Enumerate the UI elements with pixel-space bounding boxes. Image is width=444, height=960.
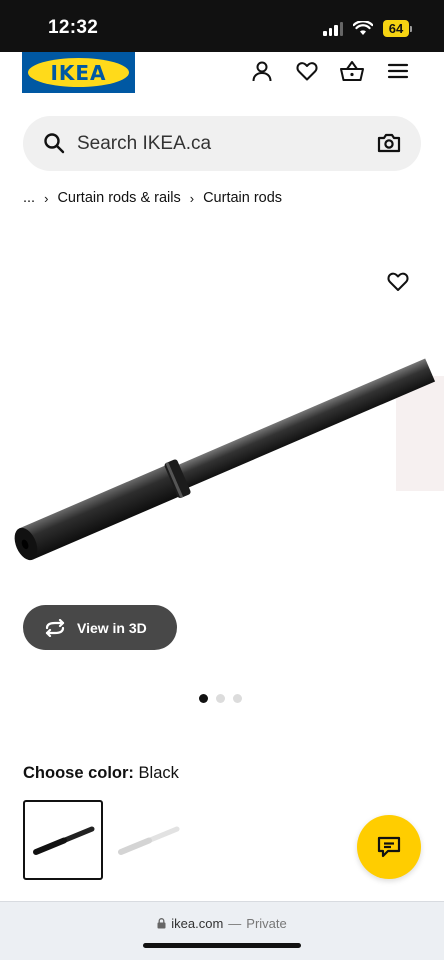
status-icons: 64 [323, 20, 412, 37]
battery-level: 64 [383, 20, 409, 37]
menu-icon[interactable] [385, 58, 411, 84]
search-icon [44, 133, 65, 154]
view-in-3d-button[interactable]: View in 3D [23, 605, 177, 650]
breadcrumb-item-curtain-rods[interactable]: Curtain rods [203, 190, 282, 206]
chat-button[interactable] [357, 815, 421, 879]
private-mode-label: Private [246, 916, 287, 931]
browser-address-bar[interactable]: ikea.com — Private [0, 901, 444, 960]
selected-color-value: Black [138, 764, 179, 782]
status-bar: 12:32 64 [0, 0, 444, 52]
chevron-right-icon: › [44, 190, 49, 206]
image-pagination [199, 694, 242, 703]
chat-icon [377, 836, 401, 858]
url-separator: — [228, 916, 242, 931]
battery-icon: 64 [383, 20, 412, 37]
camera-icon[interactable] [377, 132, 401, 154]
pagination-dot-1[interactable] [199, 694, 208, 703]
url-domain: ikea.com [171, 916, 224, 931]
signal-icon [323, 21, 343, 36]
breadcrumb-item-curtain-rods-rails[interactable]: Curtain rods & rails [57, 190, 180, 206]
color-swatch-black[interactable] [23, 800, 103, 880]
user-icon[interactable] [249, 58, 275, 84]
choose-color-label: Choose color: [23, 764, 134, 782]
choose-color: Choose color: Black [23, 764, 179, 783]
pagination-dot-2[interactable] [216, 694, 225, 703]
chevron-right-icon: › [189, 190, 195, 206]
lock-icon [157, 918, 166, 929]
logo-text: IKEA [50, 60, 107, 85]
product-image[interactable] [0, 226, 444, 616]
add-to-favourites-icon[interactable] [386, 270, 410, 297]
breadcrumb: ... › Curtain rods & rails › Curtain rod… [23, 190, 282, 206]
status-time: 12:32 [48, 17, 99, 38]
wifi-icon [353, 21, 373, 35]
ikea-logo[interactable]: IKEA [22, 52, 135, 93]
home-indicator[interactable] [143, 943, 301, 948]
heart-icon[interactable] [294, 58, 320, 84]
search-bar[interactable] [23, 116, 421, 171]
pagination-dot-3[interactable] [233, 694, 242, 703]
breadcrumb-ellipsis[interactable]: ... [23, 190, 35, 206]
view-in-3d-label: View in 3D [77, 619, 147, 636]
color-swatch-white[interactable] [108, 800, 188, 880]
search-input[interactable] [77, 116, 367, 171]
rotate-3d-icon [45, 618, 65, 637]
basket-icon[interactable] [339, 58, 365, 84]
